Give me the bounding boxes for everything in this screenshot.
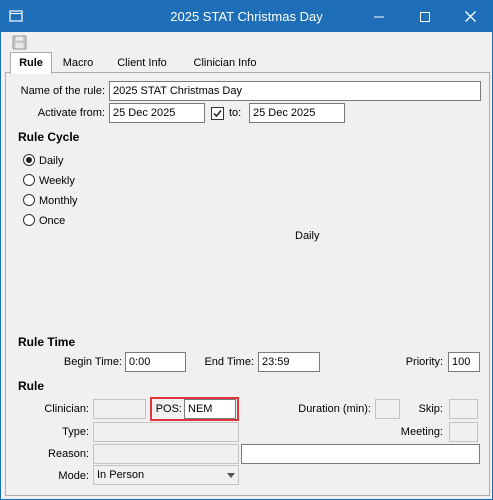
mode-label: Mode: — [58, 470, 89, 482]
rule-detail-heading: Rule — [18, 379, 45, 393]
chevron-down-icon — [227, 473, 235, 478]
reason-extra-input[interactable] — [241, 444, 480, 464]
rule-cycle-summary: Daily — [295, 230, 320, 242]
rule-panel: Name of the rule: 2025 STAT Christmas Da… — [5, 72, 490, 496]
save-icon[interactable] — [12, 35, 27, 50]
pos-highlight-box — [150, 397, 239, 421]
daily-radio[interactable] — [23, 154, 35, 166]
type-label: Type: — [62, 426, 89, 438]
maximize-icon — [420, 11, 430, 22]
mode-select[interactable]: In Person — [93, 465, 239, 485]
daily-label: Daily — [39, 155, 64, 167]
meeting-label: Meeting: — [400, 426, 443, 438]
type-input[interactable] — [93, 422, 239, 442]
reason-label: Reason: — [48, 448, 89, 460]
monthly-radio[interactable] — [23, 194, 35, 206]
begin-time-input[interactable]: 0:00 — [125, 352, 186, 372]
close-button[interactable] — [447, 1, 493, 32]
skip-label: Skip: — [418, 403, 443, 415]
tab-macro[interactable]: Macro — [54, 54, 102, 73]
activate-to-label: to: — [229, 107, 242, 119]
monthly-label: Monthly — [39, 195, 78, 207]
duration-label: Duration (min): — [298, 403, 371, 415]
rule-time-heading: Rule Time — [18, 335, 76, 349]
end-time-input[interactable]: 23:59 — [258, 352, 320, 372]
clinician-label: Clinician: — [44, 403, 89, 415]
tab-rule[interactable]: Rule — [10, 52, 52, 74]
rule-window: 2025 STAT Christmas Day Rule Macro Clien… — [0, 0, 493, 500]
checkmark-icon — [213, 110, 222, 118]
toolbar — [1, 32, 492, 52]
weekly-label: Weekly — [39, 175, 75, 187]
minimize-icon — [374, 16, 384, 17]
once-radio[interactable] — [23, 214, 35, 226]
close-icon — [464, 11, 476, 22]
maximize-button[interactable] — [402, 1, 448, 32]
priority-input[interactable]: 100 — [448, 352, 480, 372]
mode-select-value: In Person — [97, 469, 145, 481]
clinician-input[interactable] — [93, 399, 146, 419]
priority-label: Priority: — [405, 356, 443, 368]
tab-clinician-info[interactable]: Clinician Info — [185, 54, 265, 73]
tab-client-info[interactable]: Client Info — [107, 54, 177, 73]
skip-input[interactable] — [449, 399, 478, 419]
once-label: Once — [39, 215, 66, 227]
duration-input[interactable] — [375, 399, 400, 419]
activate-to-checkbox[interactable] — [211, 107, 224, 120]
activate-to-input[interactable]: 25 Dec 2025 — [249, 103, 345, 123]
weekly-radio[interactable] — [23, 174, 35, 186]
activate-from-label: Activate from: — [37, 107, 105, 119]
rule-cycle-heading: Rule Cycle — [18, 130, 80, 144]
minimize-button[interactable] — [356, 1, 402, 32]
rule-name-input[interactable]: 2025 STAT Christmas Day — [109, 81, 481, 101]
meeting-input[interactable] — [449, 422, 478, 442]
title-bar: 2025 STAT Christmas Day — [1, 1, 492, 32]
activate-from-input[interactable]: 25 Dec 2025 — [109, 103, 205, 123]
rule-name-label: Name of the rule: — [20, 85, 105, 97]
reason-input[interactable] — [93, 444, 239, 464]
begin-time-label: Begin Time: — [63, 356, 122, 368]
end-time-label: End Time: — [204, 356, 254, 368]
